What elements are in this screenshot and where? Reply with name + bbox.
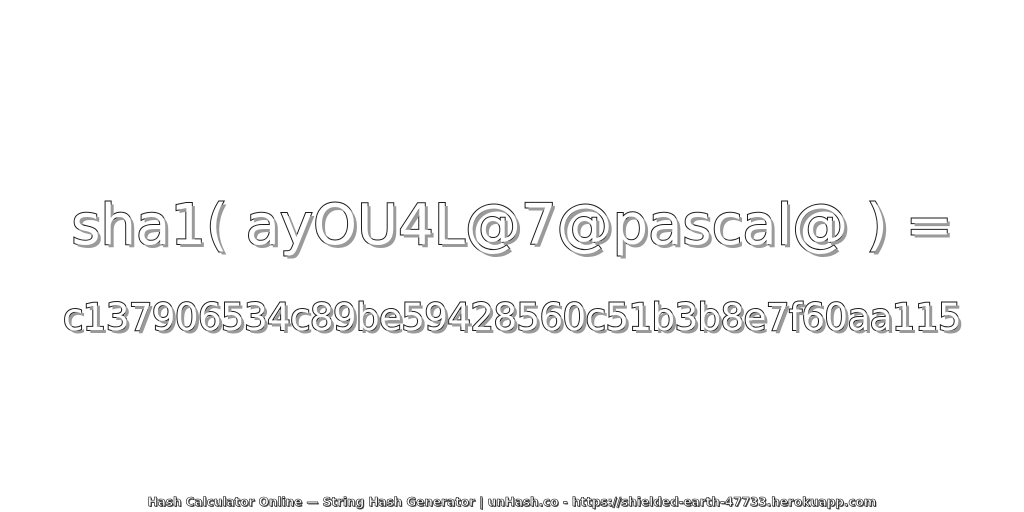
footer-caption: Hash Calculator Online — String Hash Gen… <box>147 495 877 510</box>
hash-expression: sha1( ayOU4L@7@pascal@ ) = <box>70 192 953 259</box>
hash-value: c137906534c89be59428560c51b3b8e7f60aa115 <box>62 295 963 340</box>
hash-result-image: sha1( ayOU4L@7@pascal@ ) = c137906534c89… <box>0 0 1024 512</box>
